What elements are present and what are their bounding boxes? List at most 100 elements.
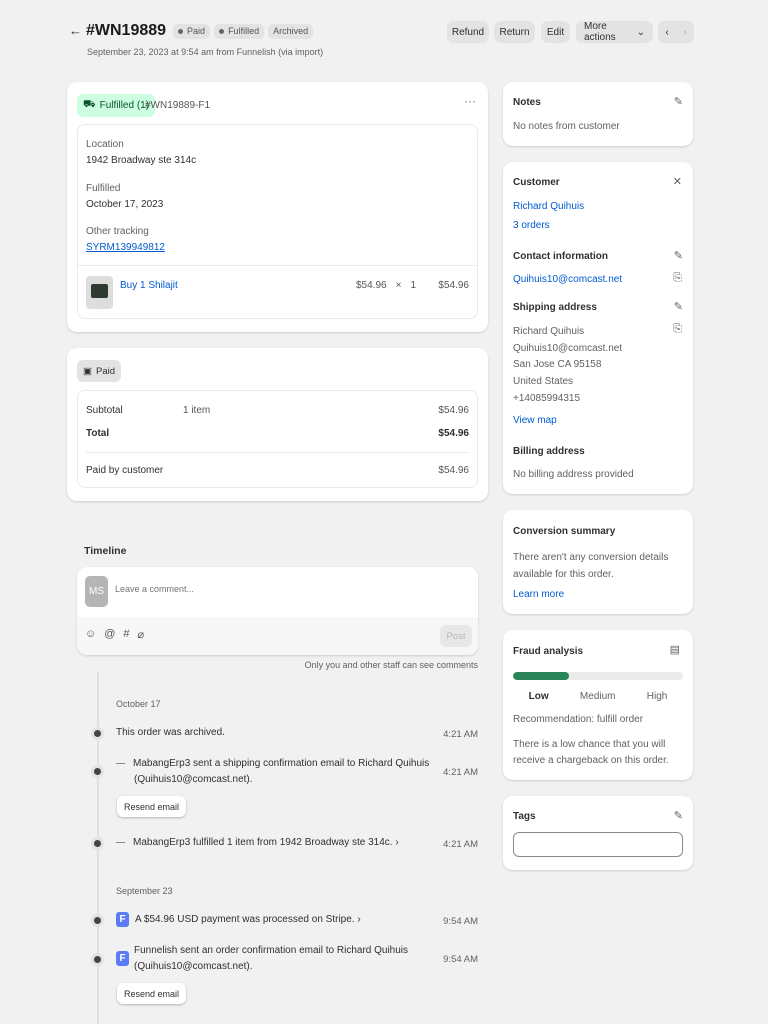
refund-button[interactable]: Refund [447,21,489,43]
fraud-risk-fill [513,672,570,680]
conversion-title: Conversion summary [513,526,616,537]
edit-pencil-icon[interactable]: ✎ [674,95,683,108]
edit-pencil-icon[interactable]: ✎ [674,249,683,262]
paid-status-badge: ▣ Paid [77,360,121,382]
timeline-event: Funnelish sent an order confirmation ema… [134,945,409,972]
tags-card: Tags ✎ [503,796,693,870]
product-thumbnail [86,276,113,309]
close-icon[interactable]: ✕ [673,175,682,188]
subtotal-label: Subtotal [86,405,123,416]
fulfillment-card: ⛟ Fulfilled (1) #WN19889-F1 ··· Location … [67,82,488,332]
timeline-date: October 17 [116,699,161,709]
customer-orders-link[interactable]: 3 orders [513,220,550,231]
contact-title: Contact information [513,251,608,262]
fraud-risk-bar [513,672,683,680]
item-total: $54.96 [438,280,469,291]
timeline-dot [94,917,101,924]
timeline-date: September 23 [116,886,173,896]
timeline-dot [94,956,101,963]
timeline-time: 4:21 AM [443,767,478,778]
tags-input[interactable] [513,832,683,857]
conversion-card: Conversion summary There aren't any conv… [503,510,693,614]
next-order-button[interactable]: › [676,21,694,43]
total-label: Total [86,428,110,439]
paid-by-customer-label: Paid by customer [86,465,164,476]
customer-title: Customer [513,177,560,188]
fraud-title: Fraud analysis [513,646,584,657]
app-icon [116,841,125,843]
timeline-dot [94,730,101,737]
billing-text: No billing address provided [513,469,634,480]
truck-icon: ⛟ [83,99,96,110]
customer-card: Customer ✕ Richard Quihuis 3 orders Cont… [503,162,693,494]
mention-icon[interactable]: @ [104,628,115,641]
tags-title: Tags [513,811,536,822]
customer-email-link[interactable]: Quihuis10@comcast.net [513,274,622,285]
shipping-address: Richard Quihuis Quihuis10@comcast.net San … [513,326,623,404]
fraud-text: There is a low chance that you will recei… [513,739,669,766]
resend-email-button[interactable]: Resend email [117,983,187,1004]
copy-icon[interactable]: ⎘ [673,323,682,336]
fulfilled-label: Fulfilled [86,183,121,194]
return-button[interactable]: Return [494,21,535,43]
timeline-event[interactable]: FA $54.96 USD payment was processed on S… [116,912,361,928]
risk-high: High [646,691,668,702]
shipping-title: Shipping address [513,302,597,313]
fulfillment-id: #WN19889-F1 [145,100,211,111]
back-arrow-icon[interactable]: ← [69,23,82,38]
view-map-link[interactable]: View map [513,415,557,426]
tracking-link[interactable]: SYRM139949812 [86,242,165,253]
location-label: Location [86,139,124,150]
notes-card: Notes ✎ No notes from customer [503,82,693,146]
paid-value: $54.96 [438,465,469,476]
timeline-time: 9:54 AM [443,954,478,965]
fulfilled-status-badge: ⛟ Fulfilled (1) [77,94,156,117]
comment-input[interactable] [115,584,435,594]
copy-icon[interactable]: ⎘ [673,272,682,285]
report-icon[interactable]: ▤ [670,643,680,656]
timeline-dot [94,768,101,775]
timeline-time: 9:54 AM [443,916,478,927]
edit-pencil-icon[interactable]: ✎ [674,809,683,822]
attachment-icon[interactable]: ⌀ [138,628,145,641]
subtotal-items: 1 item [183,405,211,416]
customer-name-link[interactable]: Richard Quihuis [513,201,584,212]
timeline-title: Timeline [84,545,127,557]
notes-title: Notes [513,97,541,108]
hashtag-icon[interactable]: # [123,628,129,641]
more-actions-button[interactable]: More actions ⌄ [576,21,653,43]
item-qty: 1 [410,280,416,291]
edit-button[interactable]: Edit [541,21,570,43]
order-title: #WN19889 [86,22,167,39]
notes-text: No notes from customer [513,121,620,132]
prev-order-button[interactable]: ‹ [658,21,676,43]
paid-badge: Paid [173,23,211,39]
emoji-icon[interactable]: ☺ [85,628,96,641]
billing-title: Billing address [513,446,585,457]
tracking-label: Other tracking [86,226,149,237]
learn-more-link[interactable]: Learn more [513,589,564,600]
comment-box: MS ☺ @ # ⌀ Post [77,567,478,655]
order-subtitle: September 23, 2023 at 9:54 am from Funne… [87,47,324,57]
risk-medium: Medium [579,691,616,702]
timeline-event[interactable]: MabangErp3 fulfilled 1 item from 1942 Br… [116,835,399,851]
post-button[interactable]: Post [440,625,472,647]
timeline-dot [94,840,101,847]
chevron-right-icon: › [357,914,361,926]
staff-note: Only you and other staff can see comment… [304,660,478,670]
more-options-icon[interactable]: ··· [464,94,476,108]
timeline-line [97,672,99,1024]
timeline-event: MabangErp3 sent a shipping confirmation … [116,756,429,788]
product-link[interactable]: Buy 1 Shilajit [120,280,178,291]
chevron-right-icon: › [395,837,399,848]
archived-badge: Archived [268,23,314,39]
payment-card: ▣ Paid Subtotal 1 item $54.96 Total $54.9… [67,348,488,501]
timeline-time: 4:21 AM [443,839,478,850]
funnelish-icon: F [116,912,129,927]
app-icon [116,762,125,764]
times-sign: × [395,280,402,291]
resend-email-button[interactable]: Resend email [117,796,187,817]
fulfilled-date: October 17, 2023 [86,199,164,210]
fulfilled-badge: Fulfilled [214,23,265,39]
edit-pencil-icon[interactable]: ✎ [674,300,683,313]
